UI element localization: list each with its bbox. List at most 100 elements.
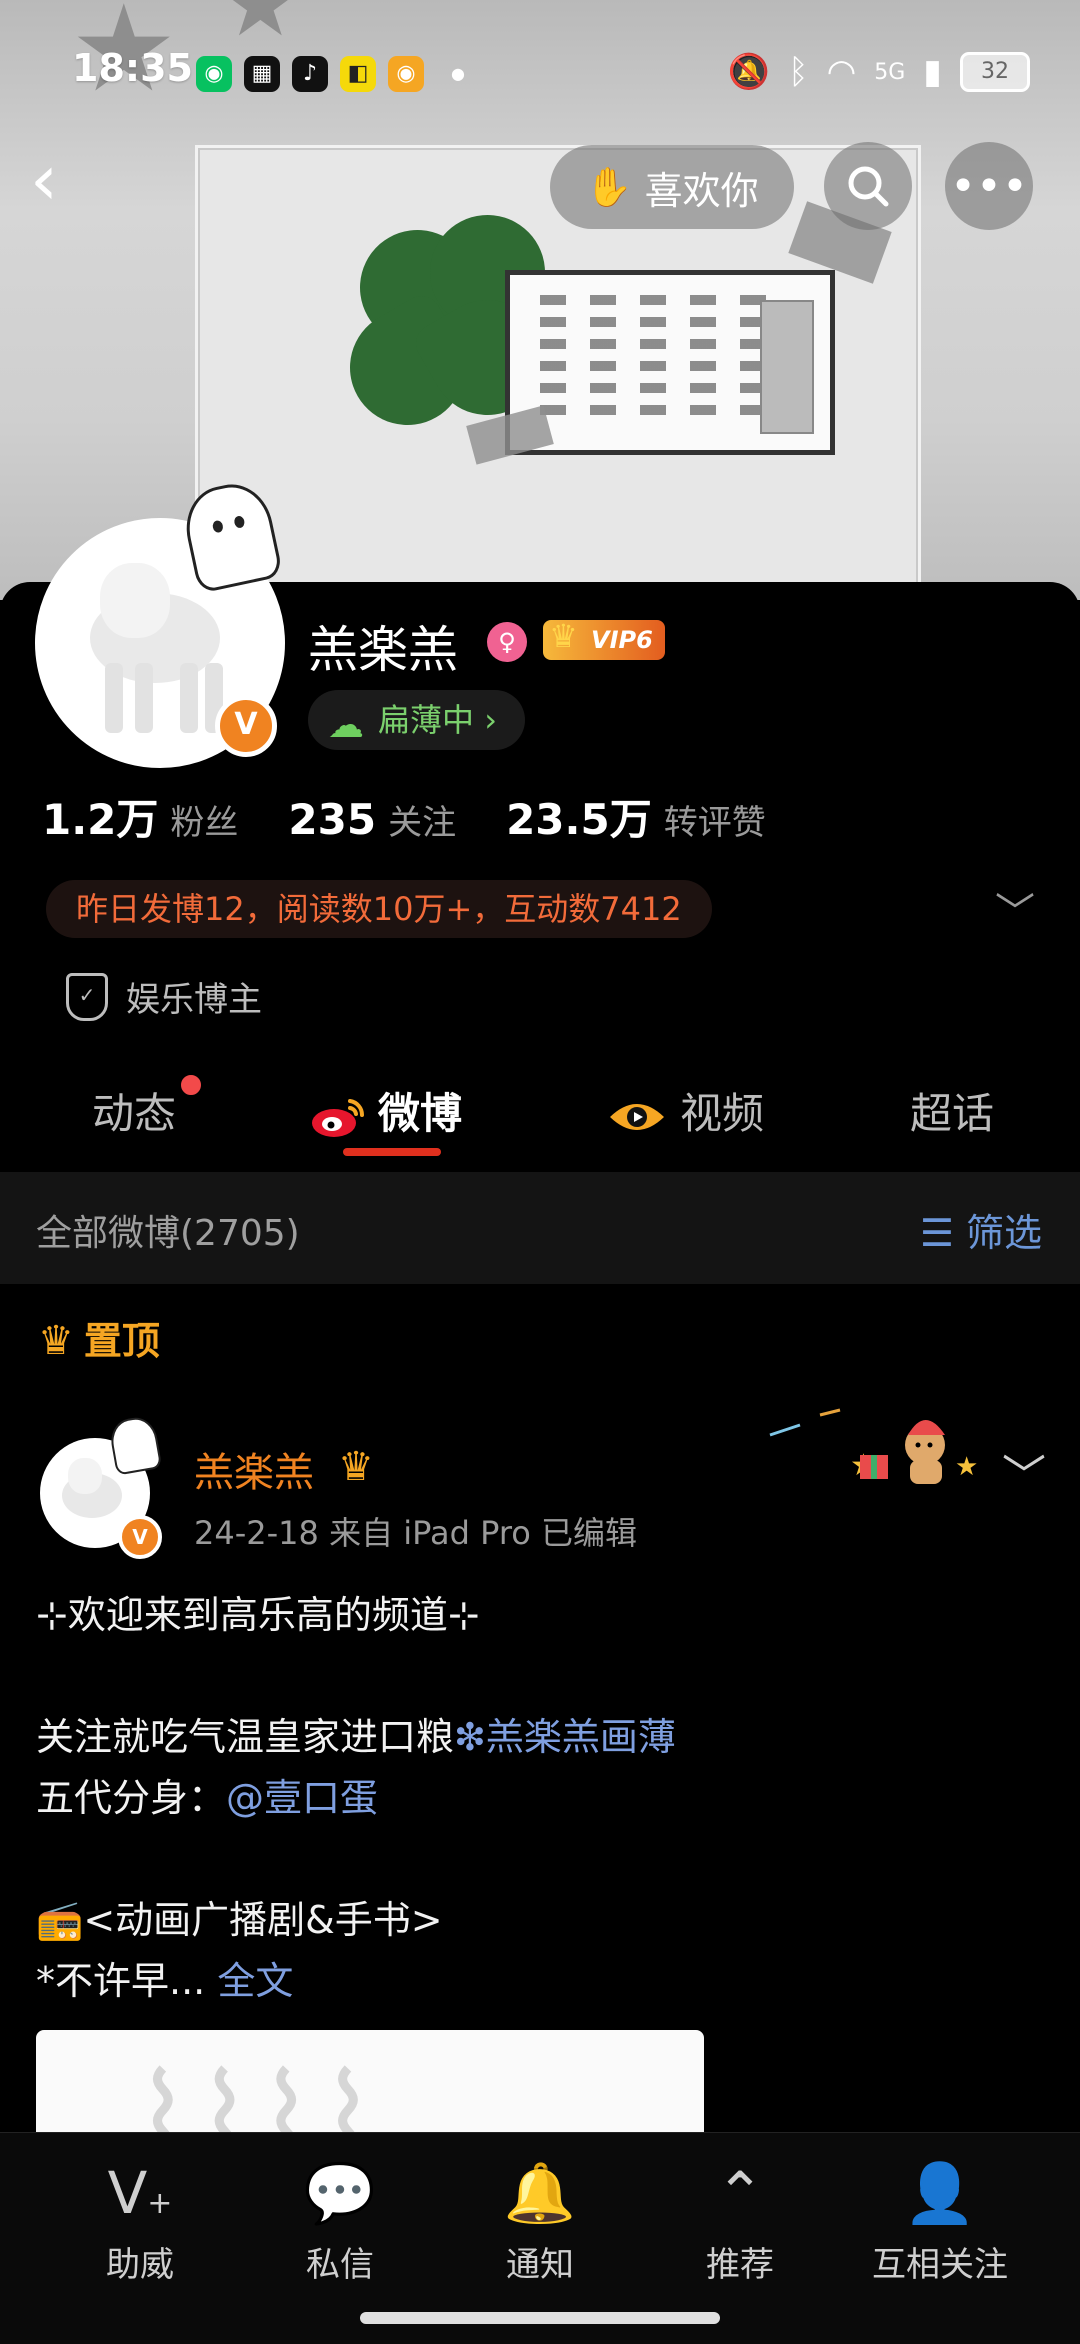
vip-crown-icon: ♛ — [338, 1444, 374, 1490]
tab-super-topic[interactable]: 超话 — [910, 1080, 994, 1141]
wifi-icon: ◠ — [826, 52, 857, 92]
mute-icon: 🔕 — [727, 52, 771, 92]
tab-video[interactable]: 视频 — [606, 1080, 764, 1141]
creator-tag-label: 娱乐博主 — [126, 980, 262, 1020]
status-bar: 18:35 ◉ ▦ ♪ ◧ ◉ ● 🔕 ᛒ ◠ 5G ▮ 32 — [0, 0, 1080, 140]
post-menu-chevron-icon[interactable]: ﹀ — [1002, 1440, 1046, 1504]
creator-tag[interactable]: ✓ 娱乐博主 — [66, 972, 262, 1021]
nav-notify[interactable]: 🔔 通知 — [440, 2153, 640, 2286]
nav-label: 私信 — [306, 2245, 374, 2285]
back-button[interactable]: ‹ — [30, 145, 90, 220]
post-line: 五代分身：@壹口蛋 — [36, 1768, 1036, 1829]
tab-label: 微博 — [378, 1089, 463, 1138]
svg-text:★: ★ — [955, 1452, 978, 1482]
tab-label: 视频 — [680, 1089, 765, 1138]
chevron-up-circle-icon: ⌃ — [715, 2159, 765, 2227]
nav-label: 通知 — [506, 2245, 574, 2285]
signal-icon: ▮ — [923, 52, 942, 92]
more-icon: ••• — [950, 160, 1028, 212]
filter-label: 筛选 — [965, 1211, 1042, 1255]
stat-value: 23.5万 — [506, 795, 652, 844]
profile-tabs: 动态 微博 视频 超话 — [0, 1060, 1080, 1170]
app-icon: ▦ — [244, 56, 280, 92]
nav-label: 助威 — [106, 2245, 174, 2285]
activity-summary[interactable]: 昨日发博12，阅读数10万+，互动数7412 — [46, 880, 712, 938]
profile-stats: 1.2万 粉丝 235 关注 23.5万 转评赞 — [42, 786, 766, 847]
like-button[interactable]: ✋ 喜欢你 — [550, 145, 794, 229]
filter-icon: ☰ — [919, 1211, 954, 1255]
nav-label: 互相关注 — [872, 2245, 1008, 2285]
like-label: 喜欢你 — [644, 168, 759, 213]
nav-message[interactable]: 💬 私信 — [240, 2153, 440, 2286]
bell-icon: 🔔 — [503, 2159, 577, 2227]
crown-icon: ♛ — [549, 617, 578, 655]
chevron-down-icon[interactable]: ﹀ — [995, 880, 1035, 938]
post-author[interactable]: 羔楽羔 — [194, 1440, 314, 1498]
battery-icon: 32 — [960, 52, 1030, 92]
read-more-link[interactable]: 全文 — [217, 1959, 293, 2003]
tab-label: 超话 — [910, 1089, 995, 1138]
more-notifications-icon: ● — [451, 64, 465, 83]
profile-page: ★ ★ ★ 18:35 ◉ ▦ ♪ ◧ ◉ ● 🔕 ᛒ ◠ 5G — [0, 0, 1080, 2344]
nav-cheer[interactable]: V+ 助威 — [40, 2153, 240, 2286]
bluetooth-icon: ᛒ — [788, 52, 809, 92]
vip-label: VIP6 — [591, 626, 653, 654]
tab-weibo[interactable]: 微博 — [310, 1080, 462, 1141]
topic-link[interactable]: ❇羔楽羔画薄 — [454, 1715, 676, 1759]
post-text: *不许早... — [36, 1959, 218, 2003]
post-text: 五代分身： — [36, 1776, 227, 1820]
note-stamp — [760, 300, 814, 434]
tab-label: 动态 — [92, 1089, 177, 1138]
verified-icon: V — [215, 695, 277, 757]
mention-link[interactable]: @壹口蛋 — [226, 1776, 378, 1820]
search-icon — [848, 166, 889, 207]
search-button[interactable] — [824, 142, 912, 230]
post-count: 全部微博(2705) — [36, 1213, 300, 1254]
notification-dot — [178, 1072, 204, 1098]
shield-icon: ✓ — [66, 972, 108, 1021]
back-icon: ‹ — [30, 139, 58, 221]
filter-bar: 全部微博(2705) ☰ 筛选 — [0, 1172, 1080, 1284]
stat-value: 1.2万 — [42, 795, 159, 844]
cloud-icon: ☁ — [328, 705, 364, 746]
stat-following[interactable]: 235 关注 — [288, 795, 456, 844]
post-line: ⊹欢迎来到高乐高的频道⊹ — [36, 1593, 480, 1637]
stat-label: 关注 — [388, 803, 457, 843]
stat-label: 粉丝 — [170, 803, 239, 843]
tiktok-icon: ♪ — [292, 56, 328, 92]
crown-icon: ♛ — [38, 1318, 74, 1364]
active-tab-indicator — [343, 1148, 441, 1156]
post-text: 关注就吃气温皇家进口粮 — [36, 1715, 455, 1759]
stat-fans[interactable]: 1.2万 粉丝 — [42, 786, 238, 847]
tab-feed[interactable]: 动态 — [92, 1080, 176, 1141]
ghost-icon — [107, 1414, 163, 1476]
profile-name: 羔楽羔 — [308, 621, 458, 679]
message-icon: 💬 — [303, 2159, 377, 2227]
filter-button[interactable]: ☰ 筛选 — [920, 1202, 1042, 1257]
video-icon — [610, 1103, 664, 1130]
verified-icon: V — [118, 1515, 162, 1559]
network-label: 5G — [874, 59, 906, 85]
home-indicator[interactable] — [360, 2312, 720, 2324]
status-icons: 🔕 ᛒ ◠ 5G ▮ 32 — [728, 52, 1030, 92]
nav-mutual-follow[interactable]: 👤 互相关注 — [840, 2153, 1040, 2286]
cheer-v-icon: V+ — [107, 2159, 173, 2227]
hand-icon: ✋ — [585, 164, 633, 209]
post-line: 关注就吃气温皇家进口粮❇羔楽羔画薄 — [36, 1707, 1036, 1768]
weibo-icon — [312, 1098, 365, 1137]
stat-label: 转评赞 — [663, 803, 766, 843]
mutual-follow-icon: 👤 — [903, 2159, 977, 2227]
weibo-app-icon: ◉ — [388, 56, 424, 92]
gingerbread-decoration-icon: ★ ★ — [769, 1408, 978, 1484]
status-chip[interactable]: ☁ 扁薄中 › — [308, 690, 525, 750]
status-time: 18:35 — [72, 46, 193, 90]
post-line: *不许早... 全文 — [36, 1951, 1036, 2012]
post-content: ⊹欢迎来到高乐高的频道⊹ 关注就吃气温皇家进口粮❇羔楽羔画薄 五代分身：@壹口蛋… — [36, 1585, 1036, 2012]
more-button[interactable]: ••• — [945, 142, 1033, 230]
post-meta: 24-2-18 来自 iPad Pro 已编辑 — [194, 1514, 638, 1552]
vip-badge[interactable]: ♛ VIP6 — [543, 617, 665, 660]
nav-recommend[interactable]: ⌃ 推荐 — [640, 2153, 840, 2286]
stat-interactions[interactable]: 23.5万 转评赞 — [506, 786, 766, 847]
post-line: 📻<动画广播剧&手书> — [36, 1898, 443, 1942]
pinned-label: 置顶 — [83, 1319, 160, 1363]
